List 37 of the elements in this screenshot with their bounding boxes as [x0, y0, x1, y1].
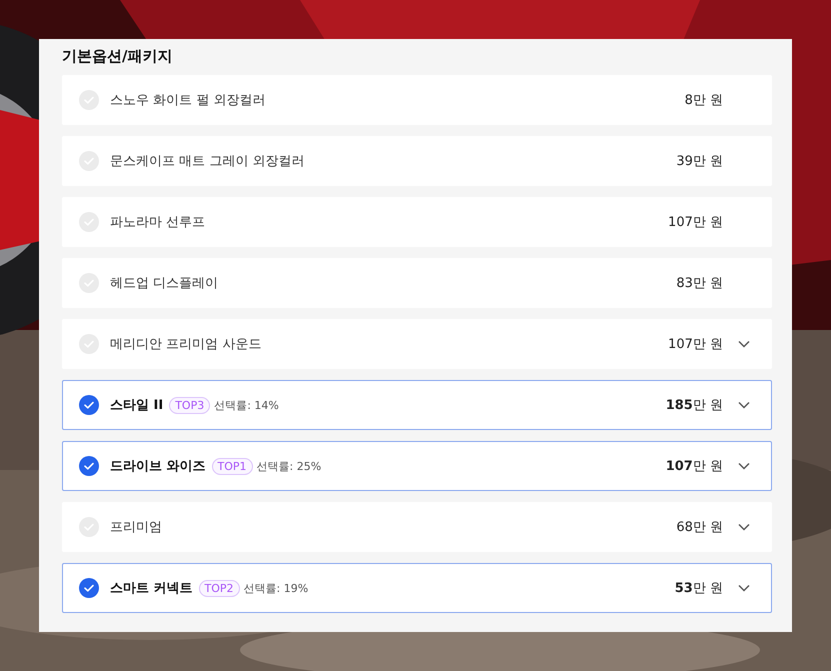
- option-name: 프리미엄: [110, 519, 162, 536]
- checked-icon[interactable]: [79, 578, 99, 598]
- option-row[interactable]: 프리미엄 68만 원: [62, 502, 772, 552]
- selection-rate: 선택률: 19%: [244, 580, 308, 596]
- option-name: 스노우 화이트 펄 외장컬러: [110, 92, 266, 109]
- option-row[interactable]: 헤드업 디스플레이 83만 원: [62, 258, 772, 308]
- option-row[interactable]: 파노라마 선루프 107만 원: [62, 197, 772, 247]
- rank-badge: TOP3: [169, 396, 210, 414]
- option-row[interactable]: 스타일 II TOP3 선택률: 14% 185만 원: [62, 380, 772, 430]
- option-name: 문스케이프 매트 그레이 외장컬러: [110, 153, 304, 170]
- option-row[interactable]: 드라이브 와이즈 TOP1 선택률: 25% 107만 원: [62, 441, 772, 491]
- option-row[interactable]: 스노우 화이트 펄 외장컬러 8만 원: [62, 75, 772, 125]
- option-name: 파노라마 선루프: [110, 214, 206, 231]
- selection-rate: 선택률: 25%: [256, 458, 322, 474]
- option-name: 헤드업 디스플레이: [110, 275, 218, 292]
- option-row[interactable]: 문스케이프 매트 그레이 외장컬러 39만 원: [62, 136, 772, 186]
- checked-icon[interactable]: [79, 456, 99, 476]
- rank-badge: TOP1: [212, 458, 253, 474]
- option-price: 68만 원: [676, 519, 723, 536]
- option-price: 53만 원: [674, 580, 723, 597]
- option-price: 107만 원: [666, 458, 723, 475]
- option-price: 8만 원: [684, 92, 723, 109]
- option-name: 메리디안 프리미엄 사운드: [110, 336, 262, 353]
- option-price: 185만 원: [666, 397, 723, 414]
- option-row[interactable]: 스마트 커넥트 TOP2 선택률: 19% 53만 원: [62, 563, 772, 613]
- option-name: 스타일 II: [110, 397, 164, 414]
- section-title: 기본옵션/패키지: [62, 46, 174, 66]
- selection-rate: 선택률: 14%: [214, 398, 279, 412]
- option-name: 스마트 커넥트: [110, 580, 193, 597]
- option-price: 107만 원: [668, 214, 723, 231]
- option-price: 107만 원: [668, 336, 723, 353]
- option-row[interactable]: 메리디안 프리미엄 사운드 107만 원: [62, 319, 772, 369]
- option-price: 83만 원: [676, 275, 723, 292]
- option-name: 드라이브 와이즈: [110, 458, 206, 475]
- rank-badge: TOP2: [198, 580, 240, 596]
- checked-icon[interactable]: [79, 395, 99, 415]
- option-price: 39만 원: [676, 153, 723, 170]
